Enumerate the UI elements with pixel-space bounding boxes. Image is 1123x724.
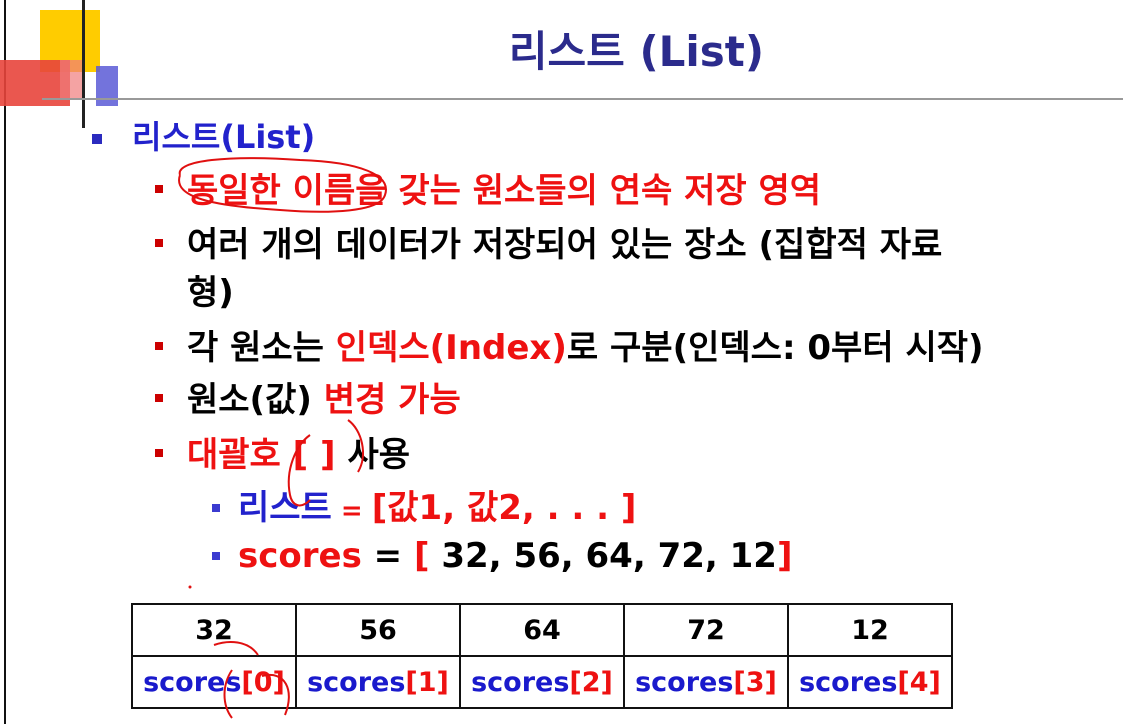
label-cell: scores[1] (295, 655, 461, 709)
square-bullet-icon (92, 134, 102, 144)
sub-item-2-values: 32, 56, 64, 72, 12 (429, 536, 777, 576)
label-cell: scores[3] (623, 655, 789, 709)
sub-item-2: scores = [ 32, 56, 64, 72, 12] (212, 536, 793, 576)
bullet-text-4-highlight: 변경 가능 (323, 380, 461, 420)
bullet-text-3-pre: 각 원소는 (187, 328, 336, 368)
bullet-text-1: 동일한 이름을 갖는 원소들의 연속 저장 영역 (187, 171, 822, 211)
bullet-item-1: 동일한 이름을 갖는 원소들의 연속 저장 영역 (155, 163, 821, 212)
label-index: [1] (405, 666, 449, 698)
value-cell: 64 (459, 603, 625, 657)
heading-text: 리스트(List) (132, 118, 316, 156)
label-name: scores (635, 666, 734, 698)
bullet-item-4: 원소(값) 변경 가능 (155, 372, 461, 421)
square-bullet-icon (212, 551, 220, 560)
sub-item-2-open-bracket: [ (414, 536, 430, 576)
bullet-text-2b: 형) (187, 273, 234, 313)
square-bullet-icon (212, 503, 220, 512)
bullet-item-5: 대괄호 [ ] 사용 (155, 427, 410, 476)
label-cell: scores[4] (787, 655, 953, 709)
value-cell: 32 (131, 603, 297, 657)
sub-item-1-eq: = (331, 496, 372, 526)
square-bullet-icon (155, 448, 163, 457)
title-underline-rule (42, 98, 1123, 100)
square-bullet-icon (155, 184, 163, 193)
label-name: scores (143, 666, 242, 698)
bullet-item-2-cont: 형) (187, 265, 234, 314)
bullet-text-3-highlight: 인덱스(Index) (335, 328, 567, 368)
label-index: [0] (241, 666, 285, 698)
bullet-text-4-pre: 원소(값) (187, 380, 324, 420)
sub-item-1: 리스트 = [값1, 값2, . . . ] (212, 480, 636, 529)
label-name: scores (307, 666, 406, 698)
bullet-item-2: 여러 개의 데이터가 저장되어 있는 장소 (집합적 자료 (155, 217, 942, 266)
bullet-text-3-post: 로 구분(인덱스: 0부터 시작) (566, 328, 984, 368)
label-index: [3] (733, 666, 777, 698)
square-bullet-icon (155, 393, 163, 402)
values-row: 32 56 64 72 12 (131, 603, 953, 657)
bullet-text-2a: 여러 개의 데이터가 저장되어 있는 장소 (집합적 자료 (187, 225, 943, 265)
label-index: [4] (897, 666, 941, 698)
heading-bullet-item: 리스트(List) (92, 112, 315, 158)
bullet-text-5-post: 사용 (347, 435, 410, 475)
sub-item-2-eq: = (361, 536, 414, 576)
label-cell: scores[2] (459, 655, 625, 709)
scores-table: 32 56 64 72 12 scores[0] scores[1] score… (131, 603, 953, 709)
value-cell: 56 (295, 603, 461, 657)
value-cell: 12 (787, 603, 953, 657)
label-name: scores (799, 666, 898, 698)
value-cell: 72 (623, 603, 789, 657)
label-name: scores (471, 666, 570, 698)
label-index: [2] (569, 666, 613, 698)
ink-dot (188, 585, 192, 589)
sub-item-1-value: [값1, 값2, . . . ] (371, 488, 637, 528)
square-bullet-icon (155, 238, 163, 247)
slide-title: 리스트 (List) (508, 27, 765, 76)
sub-item-2-name: scores (238, 536, 362, 576)
left-border-line (4, 0, 6, 724)
bullet-text-5-highlight: 대괄호 [ ] (187, 435, 348, 475)
square-bullet-icon (155, 341, 163, 350)
labels-row: scores[0] scores[1] scores[2] scores[3] … (131, 655, 953, 709)
bullet-item-3: 각 원소는 인덱스(Index)로 구분(인덱스: 0부터 시작) (155, 320, 984, 369)
sub-item-2-close-bracket: ] (776, 536, 793, 576)
sub-item-1-name: 리스트 (238, 488, 332, 528)
label-cell: scores[0] (131, 655, 297, 709)
